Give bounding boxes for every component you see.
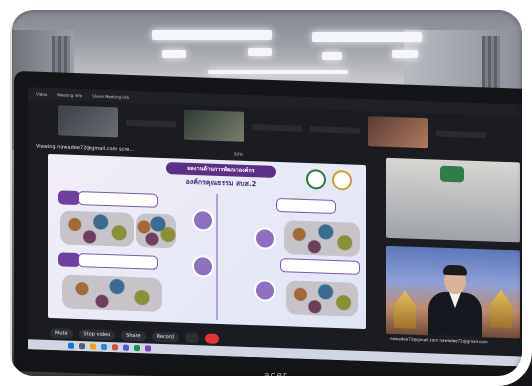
ceiling-light: [322, 52, 342, 60]
participant-thumbnail: [368, 116, 428, 149]
chrome-icon[interactable]: [112, 344, 118, 351]
folder-icon[interactable]: [90, 343, 96, 350]
wall-emblem: [440, 165, 464, 183]
slide-subtitle: องค์กรคุณธรรม สบส.2: [185, 177, 257, 189]
participant-name: [126, 119, 176, 128]
record-button[interactable]: Record: [151, 331, 179, 343]
organization-logo: [306, 168, 326, 190]
stop-video-button[interactable]: Stop video: [78, 329, 116, 341]
photo-collage: [136, 213, 176, 249]
start-icon[interactable]: [68, 342, 74, 349]
group-icon: [192, 254, 214, 278]
record-label: Record: [156, 333, 174, 341]
slide-connector: [216, 193, 218, 320]
slide-tag: [58, 190, 80, 206]
edge-icon[interactable]: [101, 343, 107, 351]
end-call-button[interactable]: [204, 333, 219, 344]
slide-text-box: [276, 197, 336, 215]
slide-text-box: [280, 258, 360, 275]
ceiling-light: [248, 48, 272, 56]
photo-collage: [284, 220, 360, 257]
ceiling-light: [208, 70, 348, 74]
people-icon: [192, 208, 214, 232]
temple-backdrop: [490, 289, 512, 328]
top-bar-item: Meeting info: [57, 91, 83, 98]
app-icon[interactable]: [145, 345, 151, 352]
room-camera-video: [386, 157, 520, 243]
reactions-button[interactable]: [184, 332, 199, 344]
photo: Video Meeting info Share Meeting link Vi…: [0, 0, 532, 386]
top-bar-item: Share Meeting link: [92, 93, 130, 100]
participant-thumbnail: [184, 109, 244, 142]
share-label: Share: [126, 332, 141, 340]
temple-backdrop: [394, 290, 416, 329]
ceiling-light: [312, 32, 422, 42]
mute-label: Mute: [55, 330, 68, 337]
slide-title: ผลงานด้านการพัฒนาองค์กร: [166, 162, 276, 178]
speaker-video: [386, 245, 520, 339]
zoom-level[interactable]: 50%: [234, 151, 243, 156]
participant-name: [252, 124, 302, 132]
monitor-screen: Video Meeting info Share Meeting link Vi…: [28, 87, 528, 367]
zoom-icon[interactable]: [123, 344, 129, 351]
participant-name: [436, 130, 486, 139]
mute-button-group: [34, 327, 44, 337]
acer-logo: acer: [264, 371, 288, 381]
shared-slide: ผลงานด้านการพัฒนาองค์กร องค์กรคุณธรรม สบ…: [48, 153, 366, 330]
participant-thumbnail: [58, 105, 118, 138]
search-icon[interactable]: [79, 343, 85, 350]
speaker-hair: [443, 264, 467, 276]
viewing-screen-label: Viewing nawadee72@gmail.com scre...: [36, 143, 135, 153]
slide-text-box: [78, 191, 158, 208]
home-icon: [254, 227, 276, 250]
participant-name: [310, 126, 360, 134]
ceiling-light: [152, 30, 272, 40]
ceiling-light: [392, 50, 418, 58]
anniversary-logo: [332, 169, 352, 191]
top-bar-item: Video: [36, 91, 48, 97]
photo-collage: [286, 280, 358, 317]
stop-video-label: Stop video: [83, 331, 111, 339]
slide-tag: [58, 252, 80, 268]
ceiling-light: [162, 50, 186, 58]
photo-collage: [62, 274, 162, 312]
share-button[interactable]: Share: [121, 330, 146, 342]
handshake-icon: [254, 279, 276, 302]
photo-collage: [60, 210, 134, 247]
mute-button[interactable]: Mute: [50, 328, 73, 339]
app-icon[interactable]: [134, 344, 140, 352]
slide-text-box: [78, 253, 158, 270]
